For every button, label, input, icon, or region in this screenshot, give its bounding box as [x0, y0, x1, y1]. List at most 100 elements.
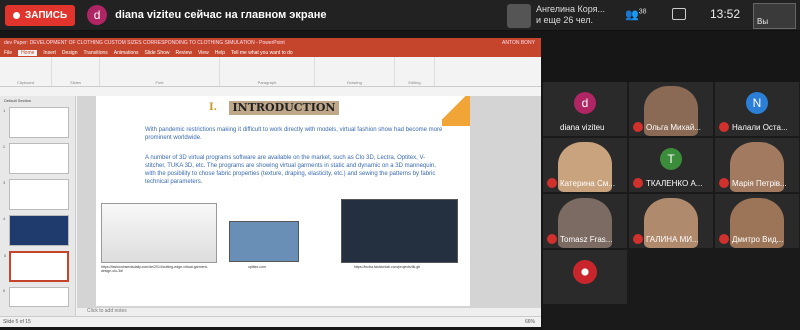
ribbon-tab[interactable]: Help [215, 50, 225, 56]
participant-tile[interactable]: ГАЛИНА МИ... [629, 194, 713, 248]
participant-label: Катерина См... [547, 178, 627, 188]
notes-pane[interactable]: Click to add notes [77, 308, 541, 316]
participant-label: Налали Оста... [719, 122, 799, 132]
ribbon-tab[interactable]: View [198, 50, 209, 56]
slide-thumb[interactable]: 2 [3, 143, 69, 174]
mic-muted-icon [547, 234, 557, 244]
participant-gallery: d diana viziteu Ольга Михай... N Налали Оста… [543, 82, 800, 330]
ribbon-tab[interactable]: Home [18, 49, 38, 56]
section-label: Default Section [4, 98, 32, 103]
mic-muted-icon [719, 234, 729, 244]
participant-label: ГАЛИНА МИ... [633, 234, 713, 244]
record-button[interactable]: ЗАПИСЬ [5, 4, 76, 26]
clock: 13:52 [710, 7, 741, 21]
slide-paragraph-2: A number of 3D virtual programs software… [145, 155, 436, 185]
mic-muted-icon [719, 178, 729, 188]
participant-label: ТКАЛЕНКО А... [633, 178, 713, 188]
ribbon-group[interactable]: Clipboard [0, 57, 52, 86]
people-button[interactable]: 👥38 [625, 8, 647, 21]
participant-name: diana viziteu [560, 122, 605, 132]
participant-label: Дмитро Вид... [719, 234, 799, 244]
image-caption-1: https://fashioninsectsdaily.com/de/2014/… [101, 265, 208, 273]
presenter-status: diana viziteu сейчас на главном экране [115, 9, 327, 21]
participants-summary[interactable]: Ангелина Коря... и еще 26 чел. [536, 4, 611, 26]
lectra-image [341, 199, 458, 263]
document-title: dev Paper: DEVELOPMENT OF CLOTHING CUSTO… [4, 40, 285, 46]
slide-counter: Slide 5 of 15 [3, 319, 31, 325]
participant-tile[interactable]: T ТКАЛЕНКО А... [629, 138, 713, 192]
participant-label: Tomasz Fras... [547, 234, 627, 244]
people-icon: 👥 [625, 9, 639, 21]
powerpoint-title-bar: dev Paper: DEVELOPMENT OF CLOTHING CUSTO… [0, 38, 541, 48]
participant-name: Налали Оста... [732, 122, 788, 132]
slide-thumb[interactable]: 4 [3, 215, 69, 246]
slide-decoration [442, 96, 470, 126]
participant-tile[interactable]: Ольга Михай... [629, 82, 713, 136]
record-icon [13, 11, 20, 19]
slide-thumb[interactable]: 1 [3, 107, 69, 138]
ribbon-group-label: Paragraph [257, 80, 277, 85]
participant-avatar: N [746, 92, 768, 114]
mic-muted-icon [547, 178, 557, 188]
participant-tile[interactable]: Катерина См... [543, 138, 627, 192]
participant-tile[interactable]: Tomasz Fras... [543, 194, 627, 248]
ribbon-group-label: Editing [408, 80, 421, 85]
mic-muted-icon [633, 122, 643, 132]
participant-name: Дмитро Вид... [732, 234, 784, 244]
participant-tile[interactable]: Марія Петрів... [715, 138, 799, 192]
optitex-image [229, 221, 299, 262]
ribbon-group[interactable]: Paragraph [220, 57, 315, 86]
slide-thumbnails: Default Section 1 2 3 4 5 6 [0, 96, 76, 316]
participant-tile[interactable]: d diana viziteu [543, 82, 627, 136]
record-label: ЗАПИСЬ [25, 9, 68, 21]
image-caption-2: optitex.com [248, 265, 266, 269]
ribbon-tab[interactable]: File [4, 50, 12, 56]
ribbon-tab[interactable]: Slide Show [145, 50, 170, 56]
participant-avatar[interactable] [507, 4, 531, 28]
slide-section-number: I. [209, 102, 218, 113]
zoom-level[interactable]: 66% [525, 319, 535, 325]
slide-canvas: I. INTRODUCTION With pandemic restrictio… [77, 96, 541, 316]
ribbon-group-label: Drawing [347, 80, 362, 85]
participant-avatar: T [660, 148, 682, 170]
status-bar: Slide 5 of 15 66% [0, 316, 541, 327]
ribbon-group-label: Clipboard [16, 80, 35, 85]
ribbon-group-label: Font [155, 80, 164, 85]
ribbon-group[interactable]: Slides [52, 57, 100, 86]
slide-thumb[interactable]: 3 [3, 179, 69, 210]
participant-tile[interactable]: N Налали Оста... [715, 82, 799, 136]
participant-name: ТКАЛЕНКО А... [646, 178, 703, 188]
ribbon-tabs: File Home Insert Design Transitions Animation… [0, 48, 541, 57]
ribbon-tab[interactable]: Tell me what you want to do [231, 50, 293, 56]
mic-muted-icon [633, 178, 643, 188]
participant-name: Tomasz Fras... [560, 234, 613, 244]
chat-icon[interactable] [672, 8, 686, 20]
ribbon-tab[interactable]: Animations [114, 50, 139, 56]
slide[interactable]: I. INTRODUCTION With pandemic restrictio… [96, 96, 470, 306]
powerpoint-window: dev Paper: DEVELOPMENT OF CLOTHING CUSTO… [0, 38, 541, 327]
people-count: 38 [638, 8, 647, 16]
clo3d-image [101, 203, 217, 263]
participant-avatar: d [574, 92, 596, 114]
ribbon-tab[interactable]: Review [176, 50, 192, 56]
participant-tile[interactable]: Дмитро Вид... [715, 194, 799, 248]
ribbon-group-label: Slides [70, 80, 81, 85]
ribbon-group[interactable]: Editing [395, 57, 435, 86]
slide-heading: INTRODUCTION [229, 101, 339, 115]
ribbon: Clipboard Slides Font Paragraph Drawing Editi… [0, 57, 541, 87]
ribbon-tab[interactable]: Design [62, 50, 78, 56]
ribbon-group[interactable]: Font [100, 57, 220, 86]
ribbon-tab[interactable]: Insert [43, 50, 56, 56]
slide-thumb[interactable]: 6 [3, 287, 69, 307]
slide-thumb-active[interactable]: 5 [4, 251, 69, 282]
participant-name: Ольга Михай... [646, 122, 702, 132]
ribbon-group[interactable]: Drawing [315, 57, 395, 86]
participant-name: Марія Петрів... [732, 178, 787, 188]
participant-label: diana viziteu [547, 122, 627, 132]
university-logo-icon [573, 260, 597, 284]
self-view[interactable]: Вы [753, 3, 796, 29]
mic-muted-icon [719, 122, 729, 132]
ribbon-tab[interactable]: Transitions [84, 50, 108, 56]
mic-active-icon [547, 122, 557, 132]
logo-tile [543, 250, 627, 304]
